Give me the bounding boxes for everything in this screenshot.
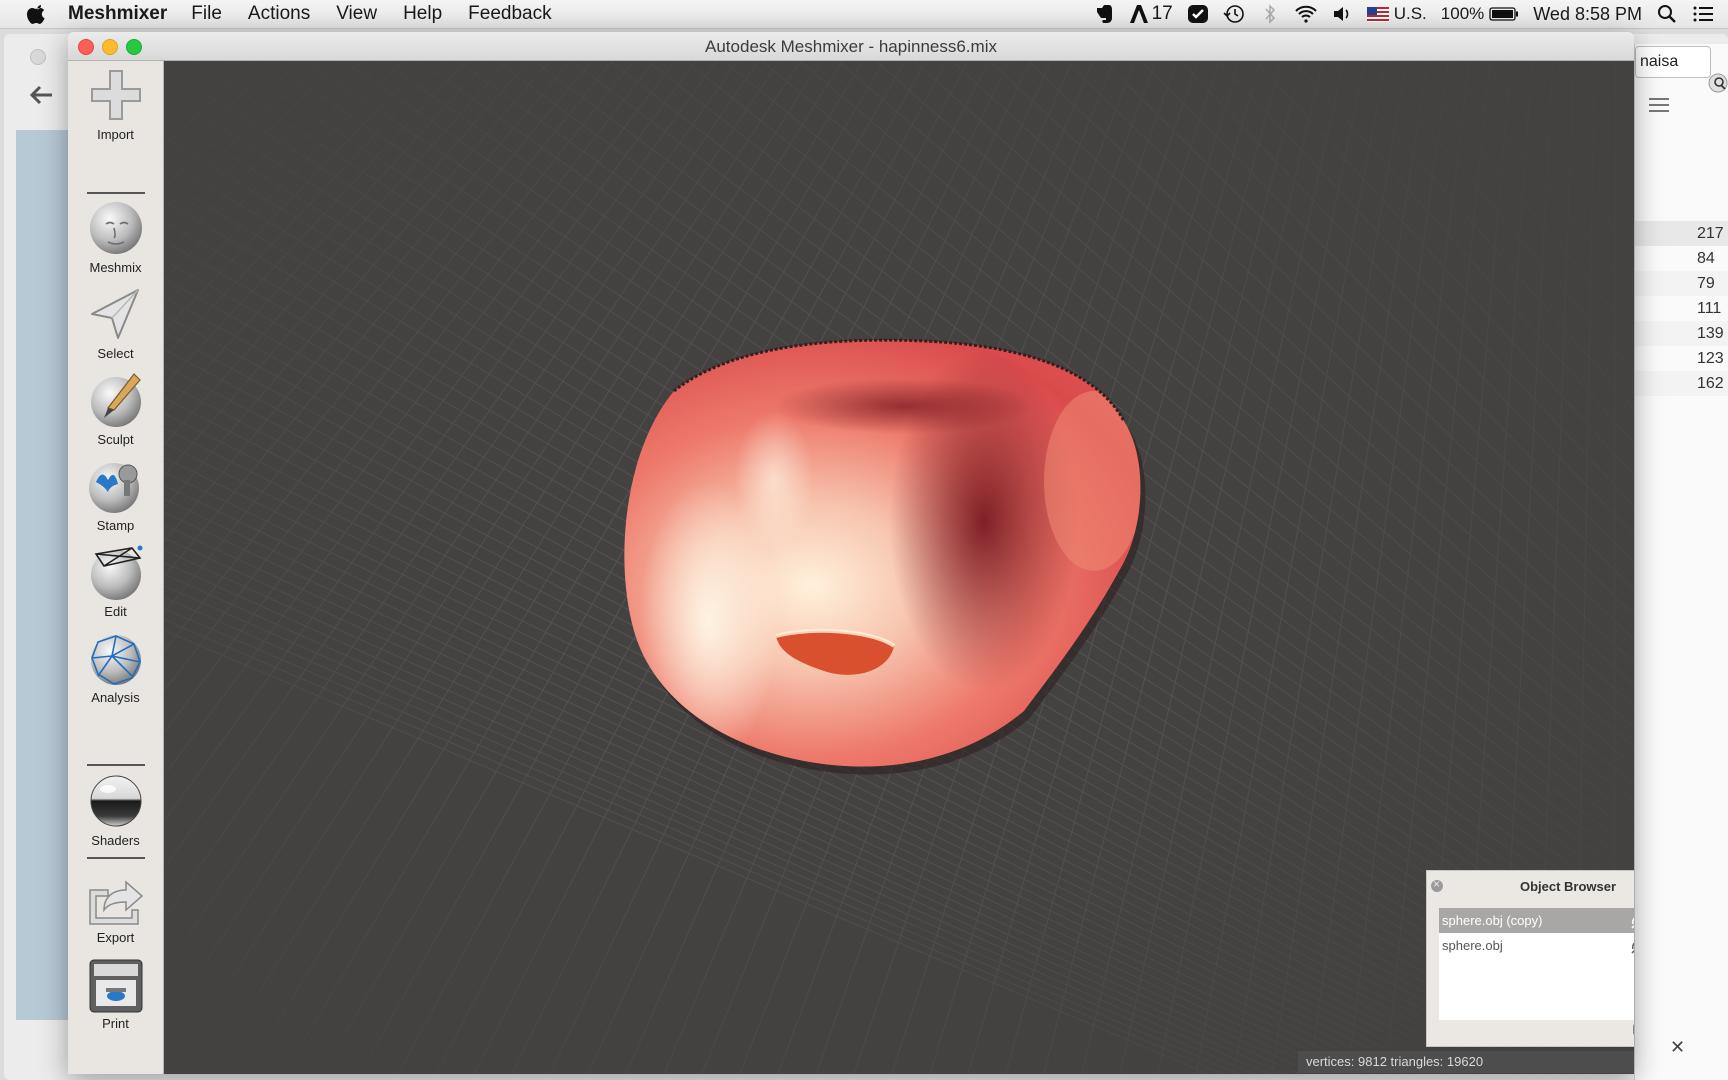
tool-label: Meshmix — [89, 260, 142, 275]
menubar-status-area: 17 U.S. 100% Wed 8:58 PM — [1092, 0, 1728, 28]
bluetooth-icon[interactable] — [1259, 4, 1281, 24]
time-machine-icon[interactable] — [1223, 4, 1245, 24]
tool-label: Stamp — [96, 518, 135, 533]
tool-separator — [87, 192, 145, 194]
badge-count: 17 — [1151, 3, 1173, 24]
battery-percent: 100% — [1440, 4, 1485, 23]
background-tab[interactable]: naisa — [1635, 46, 1711, 78]
menubar-clock[interactable]: Wed 8:58 PM — [1533, 4, 1642, 25]
background-close-icon[interactable]: ✕ — [1670, 1037, 1685, 1058]
evernote-elephant-icon[interactable] — [1092, 4, 1114, 24]
tool-label: Analysis — [91, 690, 140, 705]
menu-view[interactable]: View — [336, 3, 377, 25]
wireframe-box-sphere-icon — [90, 545, 142, 600]
plus-icon — [90, 70, 141, 120]
tool-separator — [87, 764, 145, 766]
notification-center-icon[interactable] — [1692, 4, 1714, 24]
tool-export[interactable]: Export — [68, 872, 163, 962]
input-source-label: U.S. — [1393, 4, 1427, 23]
spotlight-search-icon[interactable] — [1656, 4, 1678, 24]
face-sphere-icon — [89, 202, 142, 254]
viewport-scene[interactable] — [164, 61, 1634, 1074]
wifi-icon[interactable] — [1295, 4, 1317, 24]
background-cell: 123 — [1697, 350, 1724, 367]
background-search-icon[interactable] — [1707, 72, 1728, 94]
tool-separator — [87, 857, 145, 859]
background-list-icon[interactable] — [1649, 96, 1671, 114]
input-source[interactable]: U.S. — [1366, 4, 1427, 24]
background-traffic-close[interactable] — [30, 49, 46, 65]
background-table-row: 162 — [1635, 371, 1728, 396]
stamp-sphere-icon — [88, 463, 139, 513]
apple-logo-icon[interactable] — [26, 3, 48, 25]
background-table-row: 79 — [1635, 271, 1728, 296]
printer-icon — [89, 959, 142, 1013]
background-table-row: 217 — [1635, 221, 1728, 246]
background-cell: 84 — [1697, 250, 1715, 267]
volume-icon[interactable] — [1331, 4, 1353, 24]
tool-label: Sculpt — [97, 432, 134, 447]
menu-actions[interactable]: Actions — [248, 3, 310, 25]
object-browser-panel: Object Browser sphere.obj (copy) sphere.… — [1426, 870, 1634, 1047]
object-row[interactable]: sphere.obj — [1439, 933, 1634, 958]
brush-sphere-icon — [90, 373, 141, 427]
mesh-stats-statusbar: vertices: 9812 triangles: 19620 — [1298, 1051, 1634, 1073]
badge-counter[interactable]: 17 — [1128, 3, 1173, 25]
battery-status[interactable]: 100% — [1441, 4, 1519, 24]
back-arrow-icon[interactable] — [28, 84, 54, 106]
background-cell: 217 — [1697, 225, 1724, 242]
object-action-icon[interactable] — [1629, 937, 1634, 955]
window-title: Autodesk Meshmixer - hapinness6.mix — [705, 37, 997, 56]
tool-stamp[interactable]: Stamp — [68, 456, 163, 546]
us-flag-icon — [1366, 6, 1389, 22]
tool-analysis[interactable]: Analysis — [68, 628, 163, 718]
arrow-cursor-icon — [90, 289, 139, 339]
meshmixer-window: Autodesk Meshmixer - hapinness6.mix Impo… — [68, 32, 1634, 1074]
tool-label: Edit — [104, 604, 127, 619]
object-row[interactable]: sphere.obj (copy) — [1439, 908, 1634, 933]
adobe-a-icon — [1129, 5, 1148, 23]
background-table-row: 123 — [1635, 346, 1728, 371]
mesh-sphere-icon — [90, 635, 141, 685]
background-cell: 139 — [1697, 325, 1724, 342]
object-action-icon[interactable] — [1629, 912, 1634, 930]
object-list: sphere.obj (copy) sphere.obj — [1439, 908, 1634, 1020]
tool-print[interactable]: Print — [68, 958, 163, 1048]
background-cell: 111 — [1697, 300, 1722, 317]
background-table-panel: naisa 217 84 79 111 139 123 162 ✕ — [1634, 44, 1728, 1080]
tool-label: Import — [97, 127, 134, 142]
duplicate-object-icon[interactable] — [1632, 1022, 1634, 1042]
system-menubar: Meshmixer File Actions View Help Feedbac… — [0, 0, 1728, 29]
tool-label: Export — [96, 930, 135, 945]
chrome-sphere-icon — [90, 775, 141, 827]
background-table-row: 111 — [1635, 296, 1728, 321]
object-name: sphere.obj — [1442, 938, 1503, 953]
tool-meshmix[interactable]: Meshmix — [68, 198, 163, 288]
background-cell: 79 — [1697, 275, 1715, 292]
background-table-row: 139 — [1635, 321, 1728, 346]
tool-select[interactable]: Select — [68, 284, 163, 374]
tool-label: Select — [97, 346, 134, 361]
object-browser-title: Object Browser — [1519, 879, 1617, 894]
window-titlebar[interactable]: Autodesk Meshmixer - hapinness6.mix — [68, 32, 1634, 61]
export-arrow-icon — [88, 880, 143, 925]
tool-edit[interactable]: Edit — [68, 542, 163, 632]
tool-import[interactable]: Import — [68, 65, 163, 155]
tool-shaders[interactable]: Shaders — [68, 771, 163, 861]
tool-label: Print — [102, 1016, 129, 1031]
3d-viewport[interactable]: Object Browser sphere.obj (copy) sphere.… — [164, 61, 1634, 1074]
tool-sidebar: Import Meshmix Select Sculpt Stamp Edit … — [68, 61, 164, 1074]
battery-icon — [1489, 7, 1519, 21]
tool-sculpt[interactable]: Sculpt — [68, 370, 163, 460]
tool-label: Shaders — [91, 833, 140, 848]
menu-help[interactable]: Help — [403, 3, 442, 25]
menu-file[interactable]: File — [191, 3, 222, 25]
object-name: sphere.obj (copy) — [1442, 913, 1543, 928]
background-cell: 162 — [1697, 375, 1724, 392]
menu-app-name[interactable]: Meshmixer — [68, 3, 167, 25]
background-table-row: 84 — [1635, 246, 1728, 271]
checkmark-badge-icon[interactable] — [1187, 4, 1209, 24]
background-sidebar-strip — [16, 130, 70, 1020]
menu-feedback[interactable]: Feedback — [468, 3, 551, 25]
